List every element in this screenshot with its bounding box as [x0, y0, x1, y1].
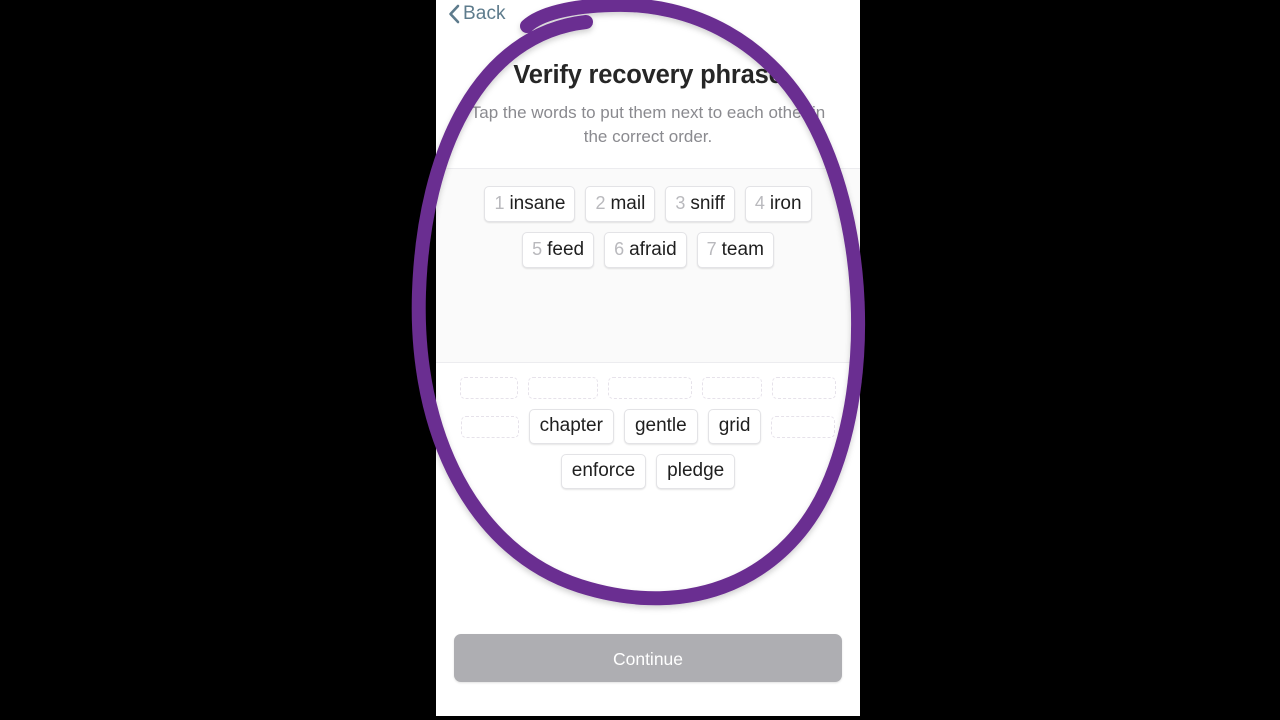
ordered-word-chip[interactable]: 2 mail — [585, 186, 656, 222]
word-bank-chip[interactable]: gentle — [623, 409, 698, 444]
ordered-word-chip[interactable]: 3 sniff — [665, 186, 735, 222]
empty-word-slot[interactable] — [460, 377, 518, 399]
ordered-word-label: mail — [610, 193, 646, 214]
ordered-word-index: 4 — [754, 193, 765, 213]
ordered-word-label: insane — [509, 193, 566, 214]
word-bank-chip[interactable]: grid — [707, 409, 762, 444]
phone-screen: Back Verify recovery phrase Tap the word… — [436, 0, 860, 716]
navigation-bar: Back — [436, 0, 860, 36]
ordered-word-index: 6 — [614, 239, 625, 259]
back-button-label: Back — [463, 3, 506, 24]
ordered-words-row: 5 feed 6 afraid 7 team — [454, 232, 842, 278]
empty-word-slot[interactable] — [702, 377, 762, 399]
ordered-word-chip[interactable]: 6 afraid — [604, 232, 687, 268]
ordered-word-index: 1 — [494, 193, 505, 213]
chevron-left-icon — [449, 4, 460, 24]
ordered-word-label: feed — [547, 239, 585, 260]
ordered-word-chip[interactable]: 7 team — [696, 232, 774, 268]
page-subtitle: Tap the words to put them next to each o… — [470, 103, 826, 146]
word-bank-chip[interactable]: chapter — [528, 409, 614, 444]
word-bank-area: chapter gentle grid enforce pledge — [436, 363, 860, 613]
ordered-word-label: sniff — [690, 193, 725, 214]
word-bank-row — [448, 377, 848, 409]
empty-word-slot[interactable] — [528, 377, 598, 399]
ordered-word-chip[interactable]: 5 feed — [522, 232, 595, 268]
empty-word-slot[interactable] — [771, 415, 836, 438]
ordered-word-label: team — [721, 239, 764, 260]
word-bank-row: chapter gentle grid — [448, 409, 848, 454]
ordered-word-label: iron — [769, 193, 802, 214]
word-bank-chip[interactable]: pledge — [656, 454, 736, 489]
continue-button[interactable]: Continue — [454, 634, 842, 682]
word-bank-row: enforce pledge — [448, 454, 848, 499]
word-bank-chip[interactable]: enforce — [560, 454, 647, 489]
ordered-word-index: 3 — [675, 193, 686, 213]
ordered-word-label: afraid — [629, 239, 677, 260]
ordered-words-row: 1 insane 2 mail 3 sniff 4 iron — [454, 186, 842, 232]
ordered-word-chip[interactable]: 1 insane — [484, 186, 576, 222]
ordered-word-index: 2 — [595, 193, 606, 213]
ordered-word-chip[interactable]: 4 iron — [744, 186, 812, 222]
page-title: Verify recovery phrase — [513, 61, 783, 89]
empty-word-slot[interactable] — [772, 377, 836, 399]
empty-word-slot[interactable] — [460, 415, 519, 438]
back-button[interactable]: Back — [448, 3, 506, 25]
ordered-words-area: 1 insane 2 mail 3 sniff 4 iron 5 feed 6 afraid 7 team — [436, 169, 860, 362]
page-header: Verify recovery phrase Tap the words to … — [436, 36, 860, 168]
ordered-word-index: 7 — [706, 239, 717, 259]
screenshot-stage: Back Verify recovery phrase Tap the word… — [0, 0, 1280, 720]
ordered-word-index: 5 — [532, 239, 543, 259]
empty-word-slot[interactable] — [608, 377, 692, 399]
